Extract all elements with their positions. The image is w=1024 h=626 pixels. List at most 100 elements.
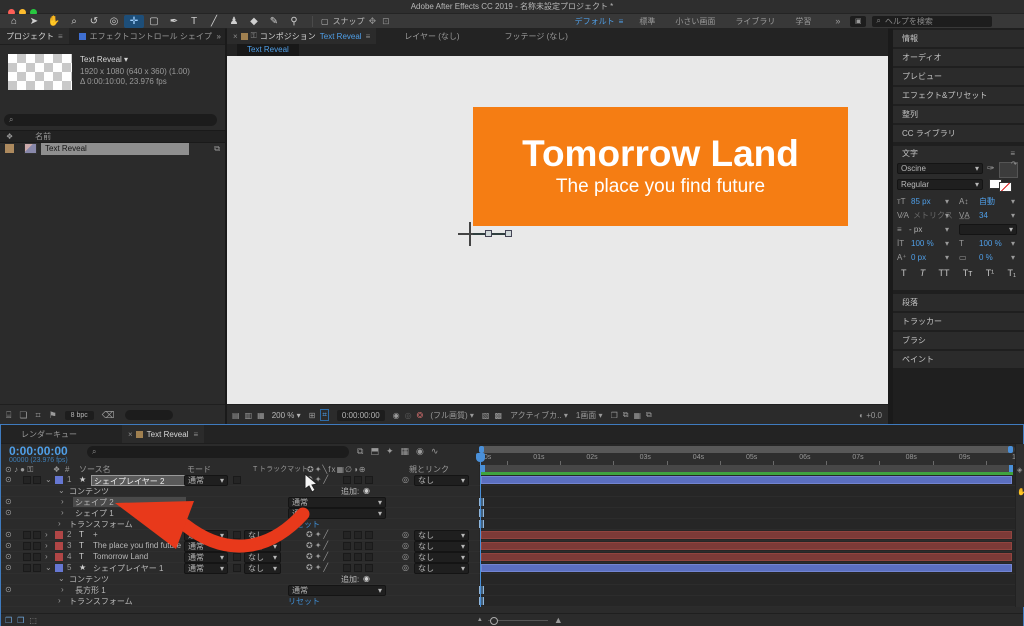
- parent-dropdown[interactable]: なし▾: [414, 530, 469, 541]
- mute-cell[interactable]: [23, 531, 31, 539]
- property-name[interactable]: シェイプ 1: [73, 508, 114, 519]
- switch-cell[interactable]: [354, 564, 362, 572]
- leading-value[interactable]: 自動: [979, 197, 995, 207]
- audio-column-icon[interactable]: ♪: [14, 465, 18, 475]
- panel-section-header[interactable]: プレビュー: [893, 68, 1024, 85]
- help-search-box[interactable]: ⌕ ヘルプを検索: [872, 16, 992, 27]
- reset-link[interactable]: リセット: [288, 596, 320, 607]
- trkmat-dropdown[interactable]: なし▾: [244, 541, 281, 552]
- bit-depth-button[interactable]: 8 bpc: [65, 411, 94, 420]
- comp-button-icon[interactable]: ✋: [1017, 488, 1024, 496]
- switch-cell[interactable]: [354, 476, 362, 484]
- panel-section-header[interactable]: 段落: [893, 294, 1024, 311]
- eye-icon[interactable]: ⊙: [5, 563, 12, 572]
- timeline-button-icon[interactable]: ▦: [633, 411, 641, 420]
- mode-dropdown[interactable]: 通常▾: [288, 497, 386, 508]
- switch-cell[interactable]: [365, 564, 373, 572]
- pickwhip-icon[interactable]: ◎: [402, 530, 409, 539]
- project-item-name[interactable]: Text Reveal: [41, 143, 189, 155]
- pixel-aspect-icon[interactable]: ❐: [611, 411, 618, 420]
- transform-label[interactable]: トランスフォーム: [69, 519, 133, 530]
- mute-cell[interactable]: [23, 542, 31, 550]
- layer-name[interactable]: Tomorrow Land: [93, 552, 148, 561]
- layer-switches[interactable]: ✪✦╱: [306, 541, 330, 550]
- mode-dropdown[interactable]: 通常▾: [184, 541, 228, 552]
- pickwhip-icon[interactable]: ◎: [402, 563, 409, 572]
- pickwhip-icon[interactable]: ◎: [402, 475, 409, 484]
- trkmat-cell[interactable]: [233, 553, 241, 561]
- tab-render-queue[interactable]: レンダーキュー: [21, 429, 77, 440]
- expander-icon[interactable]: ›: [45, 530, 48, 539]
- layer-switches[interactable]: ✪✦╱: [306, 475, 330, 484]
- transfer-controls-pane-icon[interactable]: ❒: [17, 616, 24, 625]
- track-row[interactable]: [479, 585, 1015, 596]
- exposure-control[interactable]: ◐ +0.0: [859, 411, 882, 420]
- eye-icon[interactable]: ⊙: [5, 585, 12, 594]
- clone-stamp-tool-icon[interactable]: ♟: [224, 15, 244, 28]
- mute-cell[interactable]: [23, 553, 31, 561]
- timeline-row[interactable]: ⊙›3TThe place you find future通常▾なし▾✪✦╱◎な…: [1, 541, 479, 552]
- text-style-button[interactable]: T¹: [986, 268, 995, 278]
- timeline-row[interactable]: ⊙›4TTomorrow Land通常▾なし▾✪✦╱◎なし▾: [1, 552, 479, 563]
- timeline-row[interactable]: ⊙›シェイプ 1通常▾: [1, 508, 479, 519]
- switch-cell[interactable]: [365, 476, 373, 484]
- timeline-row[interactable]: ⌄コンテンツ追加: ◉: [1, 486, 479, 497]
- track-row[interactable]: [479, 541, 1015, 552]
- show-snapshot-icon[interactable]: ◎: [405, 411, 412, 420]
- mode-dropdown[interactable]: 通常▾: [184, 552, 228, 563]
- timeline-row[interactable]: ⊙›シェイプ 2通常▾: [1, 497, 479, 508]
- panel-section-header[interactable]: エフェクト&プリセット: [893, 87, 1024, 104]
- stroke-color-swatch[interactable]: [999, 182, 1012, 192]
- project-scrub-area[interactable]: [125, 410, 173, 420]
- font-size-value[interactable]: 85 px: [911, 197, 931, 207]
- lock-cell[interactable]: [33, 476, 41, 484]
- panel-menu-icon[interactable]: ≡: [193, 430, 198, 439]
- rectangle-tool-icon[interactable]: ▢: [144, 15, 164, 28]
- track-row[interactable]: [479, 519, 1015, 530]
- snap-checkbox[interactable]: ▢: [321, 17, 329, 26]
- trkmat-cell[interactable]: [233, 531, 241, 539]
- switch-cell[interactable]: [365, 531, 373, 539]
- view-layout-dropdown[interactable]: 1画面 ▾: [576, 410, 603, 421]
- navigator-start-handle[interactable]: [479, 446, 484, 453]
- trkmat-cell[interactable]: [233, 542, 241, 550]
- parent-dropdown[interactable]: なし▾: [414, 552, 469, 563]
- expander-icon[interactable]: ›: [61, 508, 64, 517]
- work-area-start-handle[interactable]: [481, 465, 485, 472]
- timeline-navigator[interactable]: [479, 446, 1015, 453]
- switch-cell[interactable]: [343, 564, 351, 572]
- font-style-dropdown[interactable]: Regular▾: [897, 179, 983, 190]
- switch-cell[interactable]: [354, 531, 362, 539]
- layer-color-chip[interactable]: [55, 531, 63, 539]
- main-display-icon[interactable]: ▥: [245, 411, 253, 420]
- timeline-row[interactable]: ›トランスフォームリセット: [1, 519, 479, 530]
- lock-icon[interactable]: ⚿: [251, 31, 257, 41]
- switch-cell[interactable]: [343, 553, 351, 561]
- hand-tool-icon[interactable]: ✋: [44, 15, 64, 28]
- panel-section-header[interactable]: ブラシ: [893, 332, 1024, 349]
- layer-switches[interactable]: ✪✦╱: [306, 552, 330, 561]
- transparency-grid-icon[interactable]: ▩: [494, 411, 502, 420]
- workspace-menu-icon[interactable]: ≡: [619, 17, 624, 26]
- close-icon[interactable]: ×: [233, 32, 238, 41]
- mask-roi-icon[interactable]: ⌗: [320, 409, 329, 421]
- pickwhip-icon[interactable]: ◎: [402, 552, 409, 561]
- zoom-slider-knob[interactable]: [490, 617, 498, 625]
- resolution-dropdown[interactable]: (フル画質) ▾: [430, 410, 474, 421]
- timeline-row[interactable]: ⊙⌄1★シェイプレイヤー 2通常▾✪✦╱◎なし▾: [1, 475, 479, 486]
- playhead-handle[interactable]: [476, 453, 485, 462]
- timeline-toggle-icon[interactable]: ▦: [401, 446, 410, 457]
- timeline-row[interactable]: ›トランスフォームリセット: [1, 596, 479, 607]
- pickwhip-icon[interactable]: ◎: [402, 541, 409, 550]
- timeline-toggle-icon[interactable]: ⬒: [370, 446, 379, 457]
- track-row[interactable]: [479, 486, 1015, 497]
- switch-cell[interactable]: [365, 542, 373, 550]
- timeline-toggle-icon[interactable]: ⧉: [357, 446, 363, 457]
- layer-color-chip[interactable]: [55, 476, 63, 484]
- parent-dropdown[interactable]: なし▾: [414, 563, 469, 574]
- tab-layer[interactable]: レイヤー (なし): [404, 31, 459, 42]
- mode-dropdown[interactable]: 通常▾: [184, 563, 228, 574]
- layer-duration-bar[interactable]: [481, 564, 1012, 572]
- workspace-tab[interactable]: 小さい画面: [675, 16, 715, 27]
- expander-icon[interactable]: ›: [45, 552, 48, 561]
